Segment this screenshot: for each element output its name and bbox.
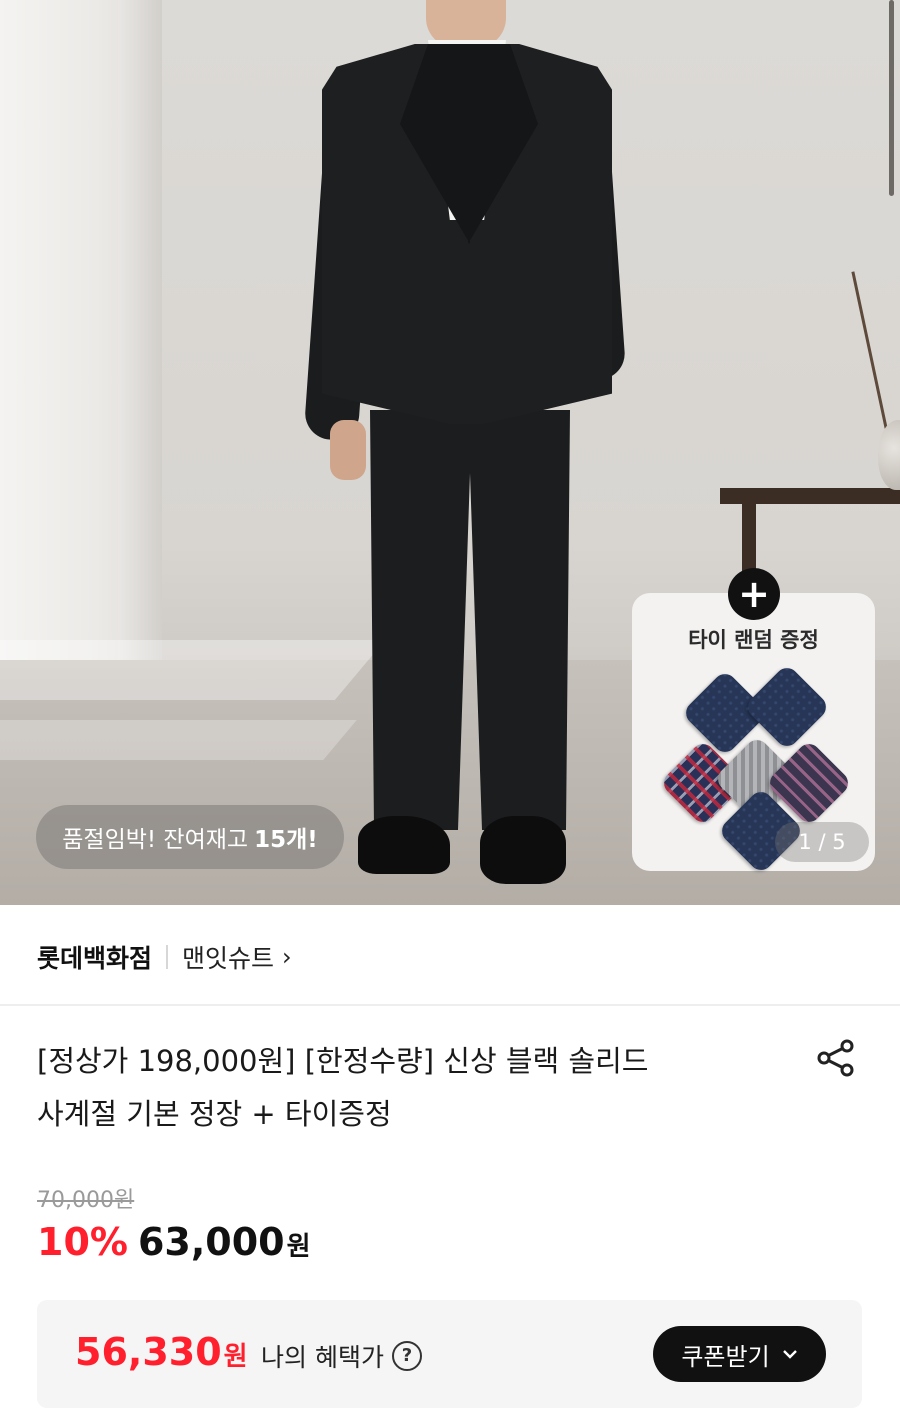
- benefit-label: 나의 혜택가 ?: [261, 1338, 422, 1374]
- model-in-suit: [300, 0, 630, 905]
- shoe-left: [358, 816, 450, 874]
- product-title: [정상가 198,000원] [한정수량] 신상 블랙 솔리드 사계절 기본 정…: [37, 1035, 777, 1141]
- plus-icon: +: [728, 568, 780, 620]
- share-icon[interactable]: [814, 1036, 858, 1080]
- divider: [166, 945, 169, 969]
- gift-title: 타이 랜덤 증정: [688, 628, 819, 652]
- discount-rate: 10%: [37, 1220, 128, 1264]
- model-hand: [330, 420, 366, 480]
- help-icon[interactable]: ?: [391, 1341, 422, 1371]
- brand-link[interactable]: 맨잇슈트 ›: [182, 939, 292, 975]
- benefit-price-box: 56,330 원 나의 혜택가 ? 쿠폰받기: [37, 1300, 862, 1408]
- trousers: [370, 410, 570, 830]
- decor-vase: [878, 420, 900, 490]
- tie-image: [743, 663, 831, 751]
- benefit-amount: 56,330: [75, 1330, 222, 1374]
- side-table: [720, 488, 900, 504]
- section-divider: [0, 1004, 900, 1006]
- product-title-line: 사계절 기본 정장 + 타이증정: [37, 1097, 392, 1131]
- pillar: [118, 0, 162, 680]
- benefit-price: 56,330 원: [75, 1330, 248, 1374]
- benefit-label-text: 나의 혜택가: [261, 1343, 384, 1372]
- stock-notice-badge: 품절임박! 잔여재고 15개!: [36, 805, 344, 869]
- product-title-line: [정상가 198,000원] [한정수량] 신상 블랙 솔리드: [37, 1044, 649, 1078]
- store-breadcrumb: 롯데백화점 맨잇슈트 ›: [37, 937, 292, 977]
- sale-price: 63,000: [137, 1220, 285, 1264]
- store-name[interactable]: 롯데백화점: [37, 939, 152, 975]
- get-coupon-button[interactable]: 쿠폰받기: [653, 1326, 826, 1382]
- decor-branch: [851, 271, 888, 429]
- stock-notice-count: 15개!: [254, 827, 318, 853]
- coupon-button-label: 쿠폰받기: [681, 1342, 770, 1371]
- benefit-unit: 원: [223, 1342, 248, 1372]
- shoe-right: [480, 816, 566, 884]
- sale-price-row: 10% 63,000 원: [37, 1220, 311, 1264]
- carousel-page-counter: 1 / 5: [775, 822, 869, 862]
- scrollbar[interactable]: [889, 0, 894, 196]
- sale-price-unit: 원: [286, 1232, 311, 1262]
- stock-notice-text: 품절임박! 잔여재고: [62, 827, 249, 853]
- brand-name: 맨잇슈트: [182, 944, 275, 973]
- chevron-right-icon: ›: [282, 943, 292, 971]
- chevron-down-icon: [782, 1350, 797, 1359]
- original-price: 70,000원: [37, 1188, 135, 1213]
